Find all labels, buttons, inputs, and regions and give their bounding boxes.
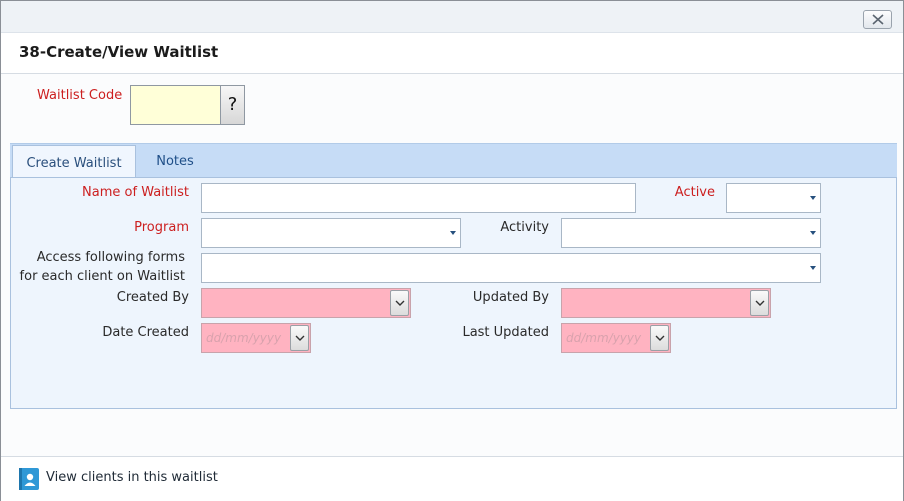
tab-bar: Create Waitlist Notes [10,143,897,179]
chevron-down-icon [655,335,665,341]
updated-by-select[interactable] [561,288,771,318]
address-book-icon [19,468,39,490]
chevron-down-icon [810,231,816,235]
last-updated-placeholder: dd/mm/yyyy [566,331,642,345]
chevron-down-icon [295,335,305,341]
last-updated-label: Last Updated [462,325,549,340]
chevron-down-icon [395,300,405,306]
tab-notes[interactable]: Notes [146,144,204,178]
activity-select[interactable] [561,218,821,248]
waitlist-code-label: Waitlist Code [37,88,123,103]
last-updated-input[interactable]: dd/mm/yyyy [561,323,671,353]
access-forms-select[interactable] [201,253,821,283]
date-created-label: Date Created [102,325,189,340]
access-forms-label-line2: for each client on Waitlist [19,269,185,284]
chevron-down-icon [810,196,816,200]
access-forms-label-line1: Access following forms [36,250,185,265]
view-clients-label: View clients in this waitlist [46,470,218,485]
name-of-waitlist-input[interactable] [201,183,636,213]
updated-by-dropdown-button[interactable] [750,290,769,316]
active-label: Active [674,185,715,200]
created-by-label: Created By [116,290,189,305]
page-title: 38-Create/View Waitlist [19,43,219,61]
created-by-select[interactable] [201,288,411,318]
close-icon [872,14,884,25]
last-updated-dropdown-button[interactable] [650,325,669,351]
page-header: 38-Create/View Waitlist [1,33,903,74]
created-by-dropdown-button[interactable] [390,290,409,316]
close-button[interactable] [863,10,892,29]
date-created-placeholder: dd/mm/yyyy [206,331,282,345]
date-created-input[interactable]: dd/mm/yyyy [201,323,311,353]
name-of-waitlist-label: Name of Waitlist [82,185,189,200]
tab-create-waitlist[interactable]: Create Waitlist [12,145,136,179]
program-label: Program [134,220,189,235]
code-lookup-button[interactable]: ? [220,86,244,124]
program-select[interactable] [201,218,461,248]
chevron-down-icon [755,300,765,306]
window-titlebar [1,1,903,33]
waitlist-code-input[interactable]: ? [130,85,245,125]
activity-label: Activity [500,220,549,235]
chevron-down-icon [450,231,456,235]
date-created-dropdown-button[interactable] [290,325,309,351]
active-select[interactable] [726,183,821,213]
chevron-down-icon [810,266,816,270]
dialog-window: 38-Create/View Waitlist Waitlist Code ? … [0,0,904,501]
footer-bar: View clients in this waitlist [1,457,903,501]
updated-by-label: Updated By [472,290,549,305]
